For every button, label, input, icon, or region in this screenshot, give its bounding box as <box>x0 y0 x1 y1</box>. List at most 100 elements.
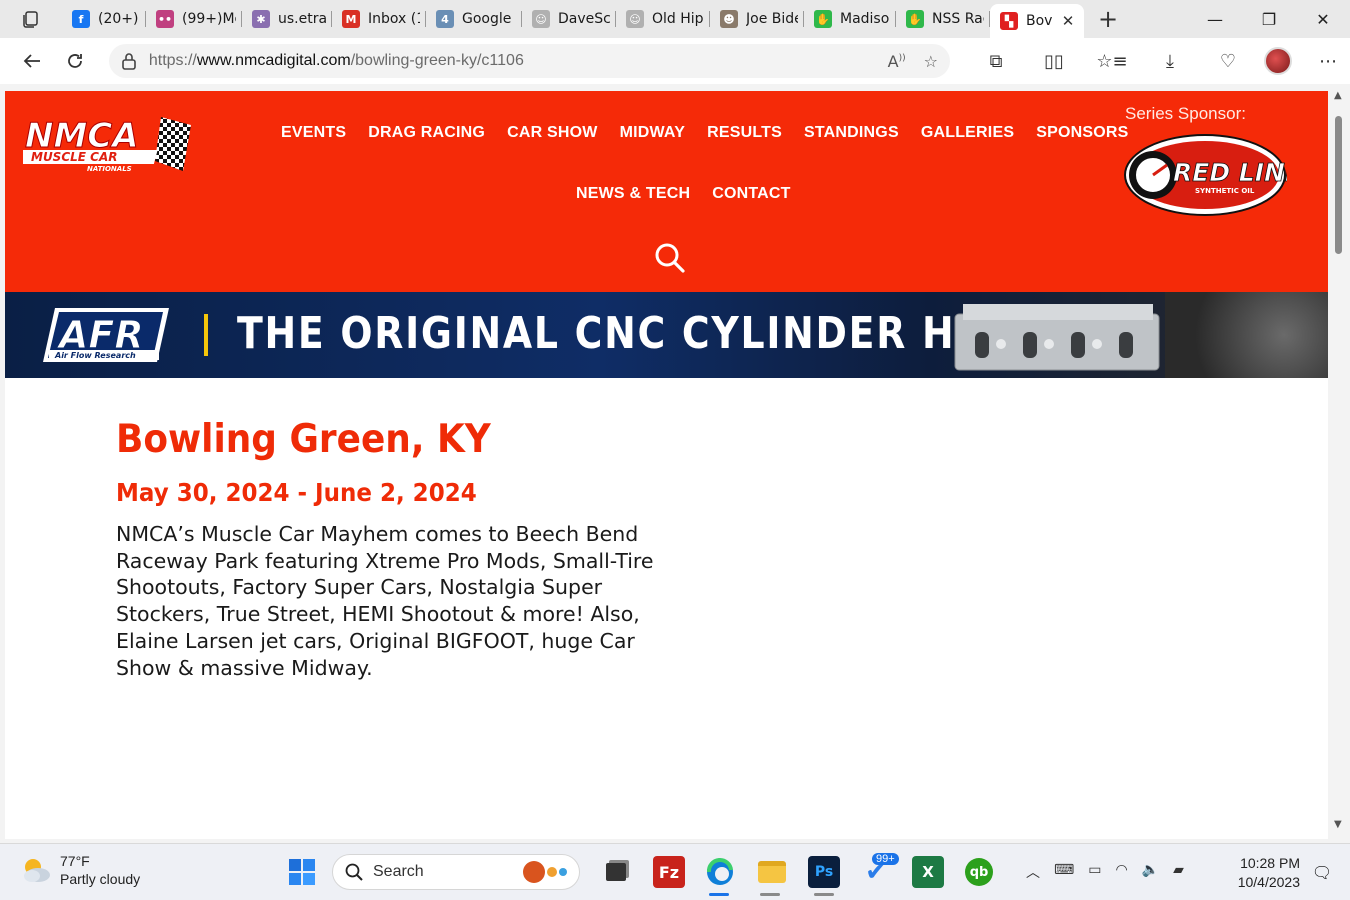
start-button[interactable] <box>286 856 318 888</box>
profile-avatar[interactable] <box>1264 47 1292 75</box>
refresh-icon <box>68 54 83 68</box>
tab-label: (99+)Me <box>182 11 236 27</box>
site-search-button[interactable] <box>653 241 687 275</box>
weather-widget[interactable]: 77°F Partly cloudy <box>20 852 140 888</box>
volume-icon[interactable]: 🔈 <box>1142 862 1159 882</box>
read-aloud-icon[interactable]: A)) <box>888 52 906 71</box>
quickbooks-app[interactable]: qb <box>963 856 995 888</box>
search-label: Search <box>373 863 424 880</box>
tab-label: Old Hip <box>652 11 704 27</box>
tab-label: Madison <box>840 11 890 27</box>
battery-icon[interactable]: ▰ <box>1173 862 1184 882</box>
redline-sponsor-logo[interactable]: RED LINE SYNTHETIC OIL <box>1123 133 1287 217</box>
url-path: /bowling-green-ky/c1106 <box>350 52 524 69</box>
browser-tab[interactable]: ✱ us.etrad <box>242 4 332 34</box>
series-sponsor-label: Series Sponsor: <box>1125 104 1246 123</box>
notifications-button[interactable]: 🗨 <box>1306 856 1338 888</box>
refresh-button[interactable] <box>53 43 96 79</box>
tab-label: (20+) Fa <box>98 11 140 27</box>
close-tab-icon[interactable]: ✕ <box>1058 12 1078 30</box>
taskbar-clock[interactable]: 10:28 PM 10/4/2023 <box>1228 854 1300 892</box>
browser-tab[interactable]: ☻ Joe Bide <box>710 4 804 34</box>
browser-essentials-button[interactable]: ♡ <box>1206 43 1250 79</box>
favorite-star-icon[interactable]: ☆ <box>924 52 938 71</box>
browser-tab[interactable]: f (20+) Fa <box>62 4 146 34</box>
browser-tab[interactable]: ✋ NSS Rac <box>896 4 990 34</box>
redline-wordmark: RED LINE <box>1173 158 1287 187</box>
close-window-button[interactable]: ✕ <box>1296 0 1350 38</box>
split-screen-button[interactable]: ▯▯ <box>1032 43 1076 79</box>
file-explorer-app[interactable] <box>756 856 788 888</box>
nav-item-events[interactable]: EVENTS <box>270 124 357 142</box>
downloads-button[interactable]: ⤓ <box>1148 43 1192 79</box>
facebook-icon: f <box>72 10 90 28</box>
scroll-up-arrow-icon[interactable]: ▲ <box>1334 90 1342 101</box>
window-controls: — ❐ ✕ <box>1188 0 1350 38</box>
browser-tab[interactable]: 4 Google <box>426 4 522 34</box>
browser-tab[interactable]: ☺ DaveSch <box>522 4 616 34</box>
weather-temperature: 77°F <box>60 853 90 869</box>
keyboard-icon[interactable]: ⌨ <box>1054 862 1074 882</box>
nav-item-car-show[interactable]: CAR SHOW <box>496 124 608 142</box>
browser-extensions: ⧉ ▯▯ ☆≡ ⤓ ♡ ⋯ <box>974 43 1350 79</box>
filezilla-app[interactable]: Fz <box>653 856 685 888</box>
nav-item-midway[interactable]: MIDWAY <box>609 124 697 142</box>
afr-subtitle: Air Flow Research <box>54 351 136 360</box>
tab-label: Joe Bide <box>746 11 798 27</box>
nav-item-drag-racing[interactable]: DRAG RACING <box>357 124 496 142</box>
new-tab-button[interactable]: + <box>1088 2 1128 36</box>
portrait-icon: ☻ <box>720 10 738 28</box>
scroll-down-arrow-icon[interactable]: ▼ <box>1334 819 1342 830</box>
dots-icon: •• <box>156 10 174 28</box>
url-scheme: https:// <box>148 52 197 69</box>
edge-icon <box>706 857 733 885</box>
nav-item-news-tech[interactable]: NEWS & TECH <box>565 185 701 203</box>
browser-tab[interactable]: M Inbox (1 <box>332 4 426 34</box>
heart-pulse-icon: ♡ <box>1219 50 1237 72</box>
system-tray: ︿ ⌨ ▭ ◠ 🔈 ▰ <box>1026 862 1184 882</box>
browser-tab[interactable]: ✋ Madison <box>804 4 896 34</box>
display-icon[interactable]: ▭ <box>1088 862 1101 882</box>
more-icon: ⋯ <box>1319 50 1337 72</box>
checkered-flag-icon: ▚ <box>1000 12 1018 30</box>
afr-ad-banner[interactable]: AFR Air Flow Research THE ORIGINAL CNC C… <box>5 292 1328 378</box>
edge-app[interactable] <box>704 856 736 888</box>
tab-actions-button[interactable] <box>0 0 62 38</box>
excel-app[interactable]: X <box>912 856 944 888</box>
browser-tab[interactable]: •• (99+)Me <box>146 4 242 34</box>
windows-taskbar: 77°F Partly cloudy Search Fz Ps ✔ 99+ X … <box>0 843 1350 900</box>
page-scrollbar[interactable]: ▲ ▼ <box>1328 84 1350 839</box>
task-view-icon <box>606 863 626 881</box>
scrollbar-thumb[interactable] <box>1335 116 1342 254</box>
excel-icon: X <box>922 863 934 881</box>
restore-button[interactable]: ❐ <box>1242 0 1296 38</box>
url-text: https://www.nmcadigital.com/bowling-gree… <box>149 52 524 70</box>
puzzle-icon: ⧉ <box>989 50 1003 72</box>
nmca-logo[interactable]: NMCA MUSCLE CAR NATIONALS <box>23 115 193 173</box>
download-icon: ⤓ <box>1166 50 1174 72</box>
wifi-icon[interactable]: ◠ <box>1115 862 1127 882</box>
hand-icon: ✋ <box>814 10 832 28</box>
task-view-button[interactable] <box>600 856 632 888</box>
nav-item-standings[interactable]: STANDINGS <box>793 124 910 142</box>
back-button[interactable] <box>10 43 53 79</box>
google-sheets-icon: 4 <box>436 10 454 28</box>
nav-item-results[interactable]: RESULTS <box>696 124 793 142</box>
address-bar[interactable]: https://www.nmcadigital.com/bowling-gree… <box>108 44 950 78</box>
windows-logo-icon <box>289 859 315 885</box>
favorites-icon: ☆≡ <box>1096 50 1128 72</box>
settings-menu-button[interactable]: ⋯ <box>1306 43 1350 79</box>
minimize-button[interactable]: — <box>1188 0 1242 38</box>
nav-item-contact[interactable]: CONTACT <box>701 185 801 203</box>
extensions-button[interactable]: ⧉ <box>974 43 1018 79</box>
browser-tab-active[interactable]: ▚ Bov ✕ <box>990 4 1084 38</box>
favorites-button[interactable]: ☆≡ <box>1090 43 1134 79</box>
chevron-up-icon[interactable]: ︿ <box>1026 862 1040 882</box>
split-screen-icon: ▯▯ <box>1044 50 1064 72</box>
photoshop-app[interactable]: Ps <box>808 856 840 888</box>
nav-item-galleries[interactable]: GALLERIES <box>910 124 1025 142</box>
tab-label: NSS Rac <box>932 11 984 27</box>
browser-tab[interactable]: ☺ Old Hip <box>616 4 710 34</box>
gmail-icon: M <box>342 10 360 28</box>
taskbar-search[interactable]: Search <box>332 854 580 890</box>
